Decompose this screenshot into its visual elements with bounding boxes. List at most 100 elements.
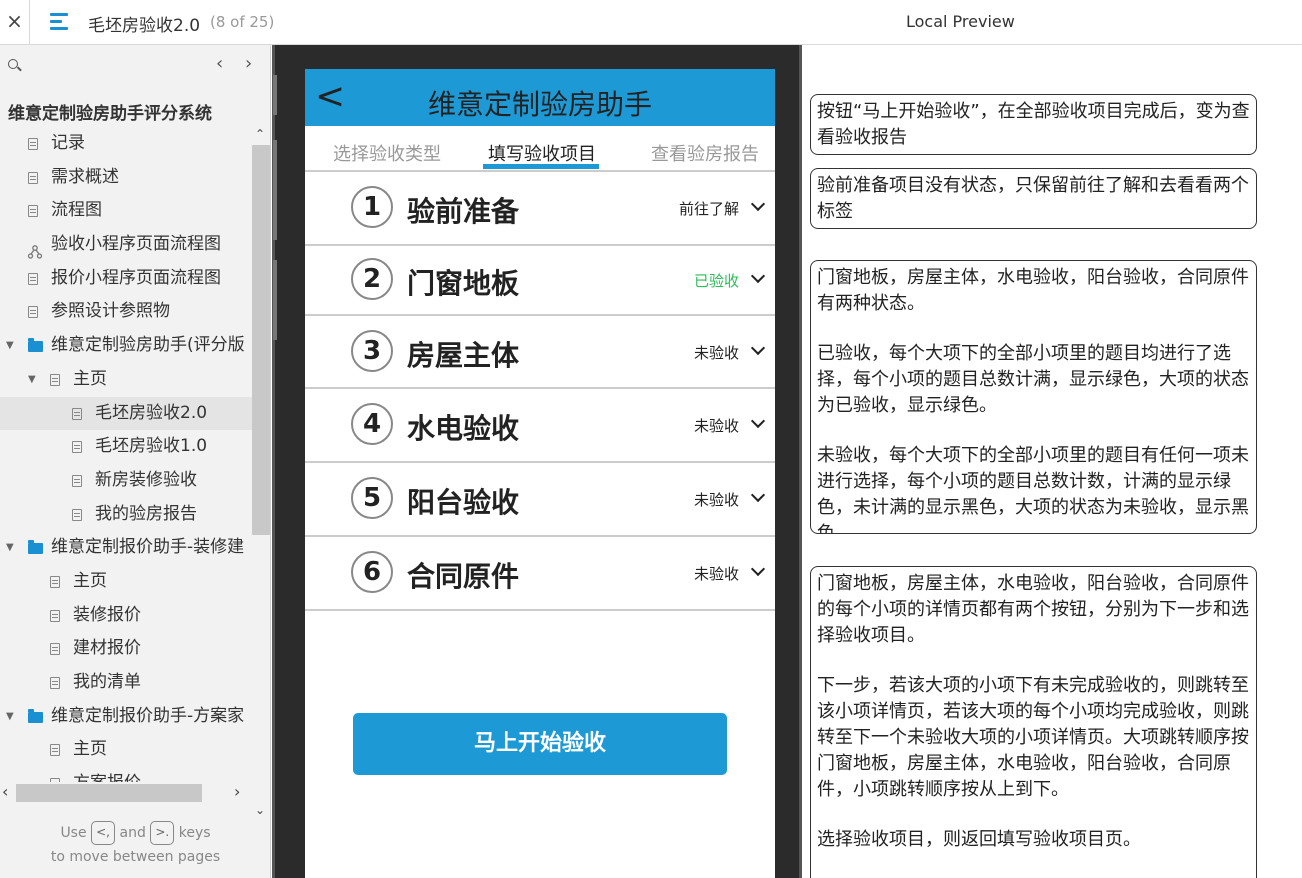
page-icon — [50, 744, 60, 757]
app-title: 维意定制验房助手 — [427, 88, 652, 121]
sidebar-item[interactable]: 建材报价 — [0, 632, 252, 666]
page-icon — [50, 643, 60, 656]
sidebar-item[interactable]: 装修报价 — [0, 599, 252, 633]
sidebar-item[interactable]: ▼ 维意定制验房助手(评分版 — [0, 329, 252, 363]
sidebar: ‹ › 维意定制验房助手评分系统 记录 需求概述 流程图 验收小程序页面流程图 报价小程… — [0, 45, 271, 878]
item-name: 房屋主体 — [407, 339, 520, 372]
note-paragraph: 门窗地板，房屋主体，水电验收，阳台验收，合同原件有两种状态。 — [817, 267, 1249, 314]
item-name: 水电验收 — [407, 412, 520, 445]
page-icon — [28, 306, 38, 319]
scroll-up-icon[interactable]: ⌃ — [255, 127, 265, 141]
top-bar: × 毛坯房验收2.0 (8 of 25) Local Preview — [0, 0, 1302, 45]
hamburger-menu-icon[interactable] — [50, 13, 70, 31]
page-icon — [72, 441, 82, 454]
horizontal-scrollbar[interactable]: ‹ › — [0, 782, 252, 804]
sidebar-item[interactable]: 记录 — [0, 127, 252, 161]
chevron-down-icon[interactable] — [750, 196, 766, 212]
inspection-item-row[interactable]: 5 阳台验收 未验收 — [305, 463, 775, 537]
inspection-item-row[interactable]: 6 合同原件 未验收 — [305, 537, 775, 611]
item-number-badge: 6 — [351, 551, 393, 593]
scroll-right-icon[interactable]: › — [234, 782, 240, 801]
previous-page-icon[interactable]: ‹ — [216, 55, 223, 73]
page-icon — [50, 373, 60, 386]
sidebar-item[interactable]: 毛坯房验收2.0 — [0, 396, 252, 431]
tab-fill-items[interactable]: 填写验收项目 — [488, 140, 596, 166]
next-page-icon[interactable]: › — [245, 55, 252, 73]
sidebar-item[interactable]: 报价小程序页面流程图 — [0, 262, 252, 296]
inspection-item-row[interactable]: 3 房屋主体 未验收 — [305, 316, 775, 389]
chevron-down-icon[interactable] — [750, 487, 766, 503]
sidebar-item[interactable]: 需求概述 — [0, 161, 252, 195]
sidebar-item[interactable]: 验收小程序页面流程图 — [0, 228, 252, 262]
item-status[interactable]: 未验收 — [694, 489, 739, 510]
sidebar-item-label: 参照设计参照物 — [51, 301, 170, 322]
page-count: (8 of 25) — [210, 13, 275, 31]
sidebar-item-label: 我的清单 — [73, 672, 141, 692]
item-status[interactable]: 未验收 — [694, 342, 739, 363]
sidebar-item[interactable]: 方案报价 — [0, 767, 252, 782]
expand-arrow-icon[interactable]: ▼ — [6, 329, 14, 363]
sidebar-item[interactable]: 我的清单 — [0, 666, 252, 700]
chevron-down-icon[interactable] — [750, 340, 766, 356]
item-name: 合同原件 — [407, 560, 520, 593]
chevron-down-icon[interactable] — [750, 413, 766, 429]
page-icon — [28, 205, 38, 218]
next-key-icon: >. — [150, 821, 175, 845]
chevron-down-icon[interactable] — [750, 561, 766, 577]
page-icon — [28, 138, 38, 150]
start-inspection-button[interactable]: 马上开始验收 — [353, 713, 727, 775]
sidebar-item-label: 维意定制报价助手-装修建 — [51, 537, 245, 558]
expand-arrow-icon[interactable]: ▼ — [6, 531, 14, 565]
prev-key-icon: <, — [91, 821, 116, 845]
note-detail-buttons: 门窗地板，房屋主体，水电验收，阳台验收，合同原件的每个小项的详情页都有两个按钮，… — [810, 566, 1257, 878]
note-start-button: 按钮“马上开始验收”，在全部验收项目完成后，变为查看验收报告 — [810, 94, 1257, 155]
sidebar-item-label: 主页 — [73, 570, 107, 591]
page-icon — [50, 609, 60, 622]
search-icon[interactable] — [8, 59, 18, 69]
sidebar-item[interactable]: 我的验房报告 — [0, 498, 252, 532]
page-tree: 记录 需求概述 流程图 验收小程序页面流程图 报价小程序页面流程图 参照设计参照物 ▼ 维意定… — [0, 127, 252, 782]
sidebar-item-label: 流程图 — [51, 200, 102, 221]
item-number-badge: 3 — [351, 330, 393, 372]
scroll-down-icon[interactable]: ⌄ — [255, 803, 265, 817]
expand-arrow-icon[interactable]: ▼ — [28, 363, 36, 397]
inspection-item-row[interactable]: 2 门窗地板 已验收 — [305, 246, 775, 316]
page-icon — [28, 171, 38, 184]
scrollbar-thumb[interactable] — [252, 145, 270, 535]
sidebar-item[interactable]: 主页 — [0, 733, 252, 767]
sidebar-item-label: 毛坯房验收2.0 — [95, 402, 208, 423]
folder-icon — [28, 540, 43, 555]
tab-view-report[interactable]: 查看验房报告 — [651, 140, 759, 166]
item-status[interactable]: 未验收 — [694, 563, 739, 584]
chevron-down-icon[interactable] — [750, 268, 766, 284]
sidebar-item[interactable]: 新房装修验收 — [0, 464, 252, 498]
sidebar-item[interactable]: 毛坯房验收1.0 — [0, 430, 252, 464]
item-name: 验前准备 — [407, 195, 520, 228]
item-status[interactable]: 前往了解 — [679, 198, 739, 219]
inspection-item-row[interactable]: 1 验前准备 前往了解 — [305, 172, 775, 246]
hscrollbar-thumb[interactable] — [16, 784, 202, 802]
sidebar-item[interactable]: 主页 — [0, 565, 252, 599]
flow-icon — [27, 238, 43, 259]
phone-frame: < 维意定制验房助手 选择验收类型 填写验收项目 查看验房报告 1 验前准备 前往了… — [272, 45, 802, 878]
sidebar-item-label: 验收小程序页面流程图 — [51, 234, 221, 255]
page-title: 毛坯房验收2.0 — [88, 16, 201, 36]
sidebar-item-label: 维意定制验房助手(评分版 — [51, 335, 245, 356]
note-paragraph: 验前准备项目没有状态，只保留前往了解和去看看两个标签 — [817, 175, 1249, 222]
sidebar-item[interactable]: 流程图 — [0, 194, 252, 228]
sidebar-item[interactable]: ▼ 维意定制报价助手-装修建 — [0, 531, 252, 565]
sidebar-item[interactable]: 参照设计参照物 — [0, 295, 252, 329]
scroll-left-icon[interactable]: ‹ — [2, 782, 8, 801]
item-status[interactable]: 已验收 — [694, 270, 739, 291]
sidebar-item[interactable]: ▼ 主页 — [0, 363, 252, 397]
expand-arrow-icon[interactable]: ▼ — [6, 700, 14, 734]
page-icon — [72, 474, 82, 487]
item-status[interactable]: 未验收 — [694, 415, 739, 436]
vertical-scrollbar[interactable]: ⌃ ⌄ — [252, 127, 270, 817]
item-number-badge: 5 — [351, 477, 393, 519]
note-pre-inspection: 验前准备项目没有状态，只保留前往了解和去看看两个标签 — [810, 168, 1257, 229]
tab-select-type[interactable]: 选择验收类型 — [333, 140, 441, 166]
sidebar-item[interactable]: ▼ 维意定制报价助手-方案家 — [0, 700, 252, 734]
close-icon[interactable]: × — [0, 0, 30, 44]
inspection-item-row[interactable]: 4 水电验收 未验收 — [305, 389, 775, 463]
